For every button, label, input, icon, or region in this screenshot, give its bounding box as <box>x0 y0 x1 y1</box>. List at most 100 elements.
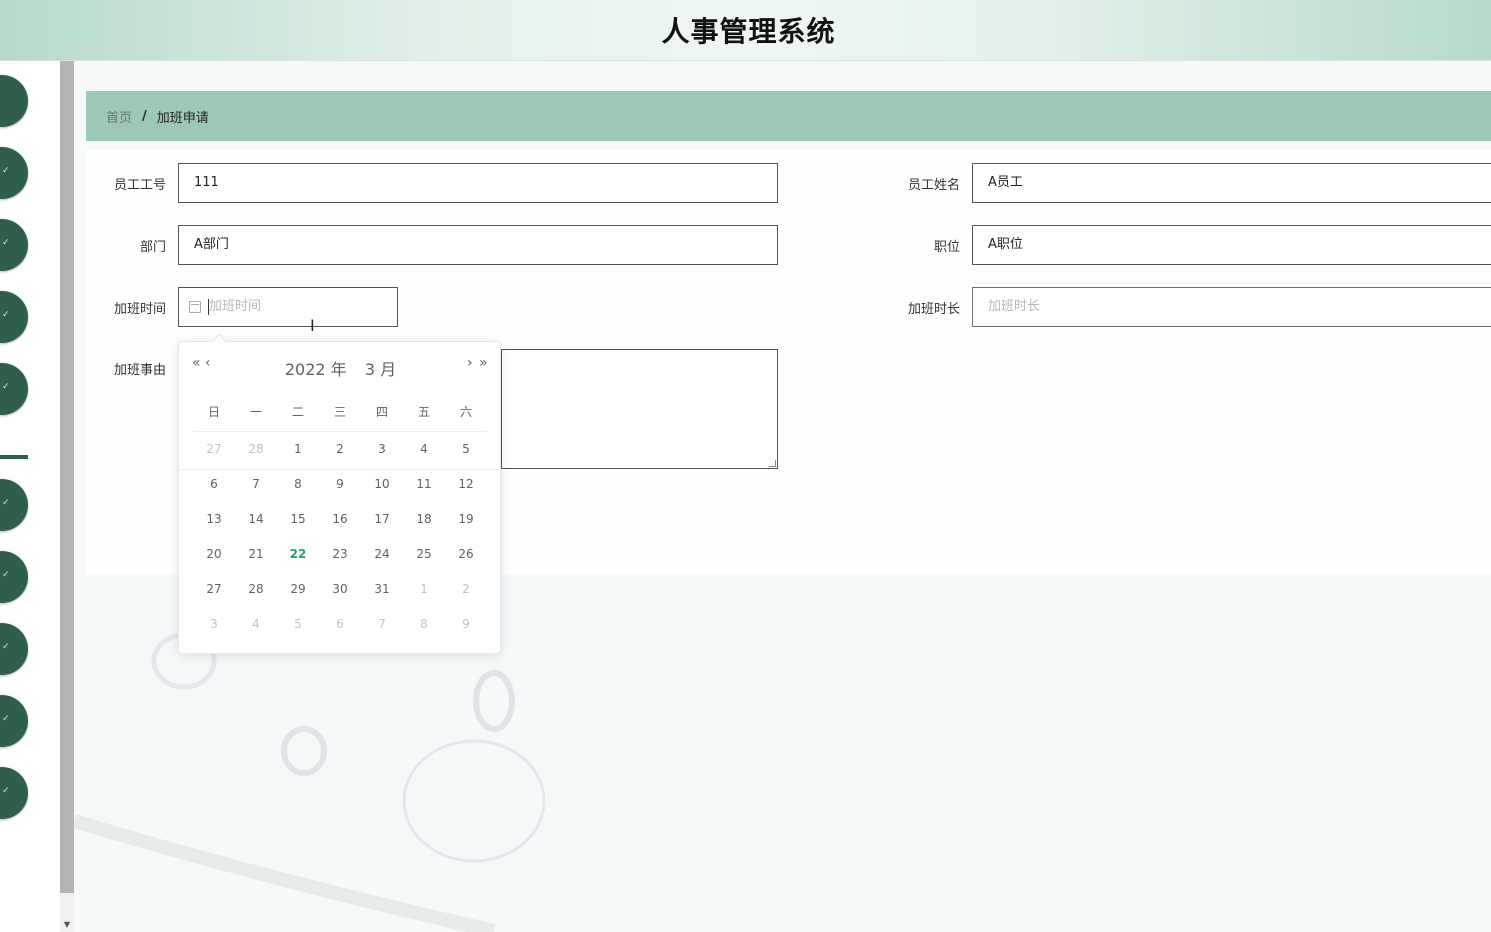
date-cell[interactable]: 28 <box>235 572 277 607</box>
date-cell-today[interactable]: 22 <box>277 537 319 572</box>
overtime-reason-textarea[interactable] <box>501 349 778 469</box>
date-cell[interactable]: 10 <box>361 467 403 502</box>
date-cell[interactable]: 9 <box>319 467 361 502</box>
date-cell[interactable]: 11 <box>403 467 445 502</box>
next-month-button[interactable]: › <box>467 355 473 371</box>
date-cell[interactable]: 19 <box>445 502 487 537</box>
date-cell[interactable]: 4 <box>403 432 445 467</box>
menu-divider <box>0 455 28 459</box>
menu-item-3[interactable]: ✓ <box>0 219 28 271</box>
overtime-time-placeholder: 加班时间 <box>209 299 262 314</box>
position-input[interactable]: A职位 <box>972 225 1491 265</box>
menu-item-10[interactable]: ✓ <box>0 767 28 819</box>
date-cell[interactable]: 8 <box>403 607 445 642</box>
date-cell[interactable]: 17 <box>361 502 403 537</box>
overtime-duration-label: 加班时长 <box>907 302 960 317</box>
check-icon: ✓ <box>2 714 10 724</box>
overtime-time-picker[interactable]: 加班时间 <box>178 287 398 327</box>
date-cell[interactable]: 7 <box>235 467 277 502</box>
main-content: 首页 / 加班申请 员工工号 111 员工姓名 A员工 部门 A部门 职位 A职… <box>74 61 1491 932</box>
calendar-icon <box>189 301 201 313</box>
vertical-scrollbar[interactable]: ▼ <box>60 61 74 932</box>
date-cell[interactable]: 3 <box>361 432 403 467</box>
date-cell[interactable]: 18 <box>403 502 445 537</box>
date-cell[interactable]: 24 <box>361 537 403 572</box>
menu-item-5[interactable]: ✓ <box>0 363 28 415</box>
date-cell[interactable]: 1 <box>277 432 319 467</box>
next-year-button[interactable]: » <box>479 355 488 371</box>
date-picker-popup: « ‹ 2022 年 3 月 › » 日 一 二 三 四 五 六 27 28 1 2 3… <box>178 333 502 654</box>
year-label[interactable]: 2022 年 <box>285 360 347 379</box>
date-cell[interactable]: 13 <box>193 502 235 537</box>
menu-item-1[interactable] <box>0 75 28 127</box>
date-cell[interactable]: 8 <box>277 467 319 502</box>
date-cell[interactable]: 29 <box>277 572 319 607</box>
date-cell[interactable]: 23 <box>319 537 361 572</box>
weekday-label: 二 <box>291 405 304 419</box>
menu-item-9[interactable]: ✓ <box>0 695 28 747</box>
date-cell[interactable]: 12 <box>445 467 487 502</box>
date-cell[interactable]: 30 <box>319 572 361 607</box>
date-row: 6 7 8 9 10 11 12 <box>193 467 487 502</box>
date-cell[interactable]: 2 <box>445 572 487 607</box>
department-input[interactable]: A部门 <box>178 225 778 265</box>
date-cell[interactable]: 16 <box>319 502 361 537</box>
menu-item-2[interactable]: ✓ <box>0 147 28 199</box>
check-icon: ✓ <box>2 570 10 580</box>
date-cell[interactable]: 20 <box>193 537 235 572</box>
date-row: 13 14 15 16 17 18 19 <box>193 502 487 537</box>
date-cell[interactable]: 2 <box>319 432 361 467</box>
weekday-label: 五 <box>417 405 430 419</box>
overtime-reason-label: 加班事由 <box>113 363 166 378</box>
check-icon: ✓ <box>2 642 10 652</box>
date-cell[interactable]: 7 <box>361 607 403 642</box>
position-label: 职位 <box>933 240 960 255</box>
text-cursor-icon: I <box>310 316 315 335</box>
weekday-label: 一 <box>249 405 262 419</box>
date-cell[interactable]: 6 <box>193 467 235 502</box>
date-row: 3456789 <box>193 607 487 642</box>
text-caret <box>208 299 209 315</box>
date-cell[interactable]: 15 <box>277 502 319 537</box>
employee-id-input[interactable]: 111 <box>178 163 778 203</box>
date-cell[interactable]: 27 <box>193 432 235 467</box>
overtime-duration-input[interactable]: 加班时长 <box>972 287 1491 327</box>
menu-item-4[interactable]: ✓ <box>0 291 28 343</box>
date-cell[interactable]: 4 <box>235 607 277 642</box>
date-cell[interactable]: 9 <box>445 607 487 642</box>
date-cell[interactable]: 26 <box>445 537 487 572</box>
date-cell[interactable]: 31 <box>361 572 403 607</box>
date-cell[interactable]: 27 <box>193 572 235 607</box>
date-cell[interactable]: 21 <box>235 537 277 572</box>
date-cell[interactable]: 6 <box>319 607 361 642</box>
resize-handle-icon[interactable] <box>769 460 776 467</box>
date-grid: 27 28 1 2 3 4 5 6 7 8 9 10 11 12 13 14 15 16 17 18 19 20 21 22 2… <box>193 432 487 642</box>
employee-name-input[interactable]: A员工 <box>972 163 1491 203</box>
date-cell[interactable]: 14 <box>235 502 277 537</box>
overtime-time-label: 加班时间 <box>113 302 166 317</box>
date-cell[interactable]: 1 <box>403 572 445 607</box>
check-icon: ✓ <box>2 238 10 248</box>
menu-item-8[interactable]: ✓ <box>0 623 28 675</box>
check-icon: ✓ <box>2 786 10 796</box>
date-cell[interactable]: 28 <box>235 432 277 467</box>
date-cell[interactable]: 5 <box>277 607 319 642</box>
date-cell[interactable]: 25 <box>403 537 445 572</box>
breadcrumb-separator: / <box>142 108 147 124</box>
scroll-down-arrow-icon[interactable]: ▼ <box>60 918 74 932</box>
date-cell[interactable]: 3 <box>193 607 235 642</box>
month-label[interactable]: 3 月 <box>365 360 396 379</box>
check-icon: ✓ <box>2 498 10 508</box>
scrollbar-thumb[interactable] <box>60 61 74 893</box>
weekday-label: 日 <box>207 405 220 419</box>
date-picker-header: « ‹ 2022 年 3 月 › » <box>179 342 502 388</box>
menu-item-7[interactable]: ✓ <box>0 551 28 603</box>
weekday-label: 六 <box>459 405 472 419</box>
date-cell[interactable]: 5 <box>445 432 487 467</box>
menu-item-6[interactable]: ✓ <box>0 479 28 531</box>
breadcrumb-current: 加班申请 <box>156 110 209 126</box>
check-icon: ✓ <box>2 310 10 320</box>
weekday-label: 四 <box>375 405 388 419</box>
department-label: 部门 <box>139 240 166 255</box>
breadcrumb-home[interactable]: 首页 <box>106 107 132 126</box>
